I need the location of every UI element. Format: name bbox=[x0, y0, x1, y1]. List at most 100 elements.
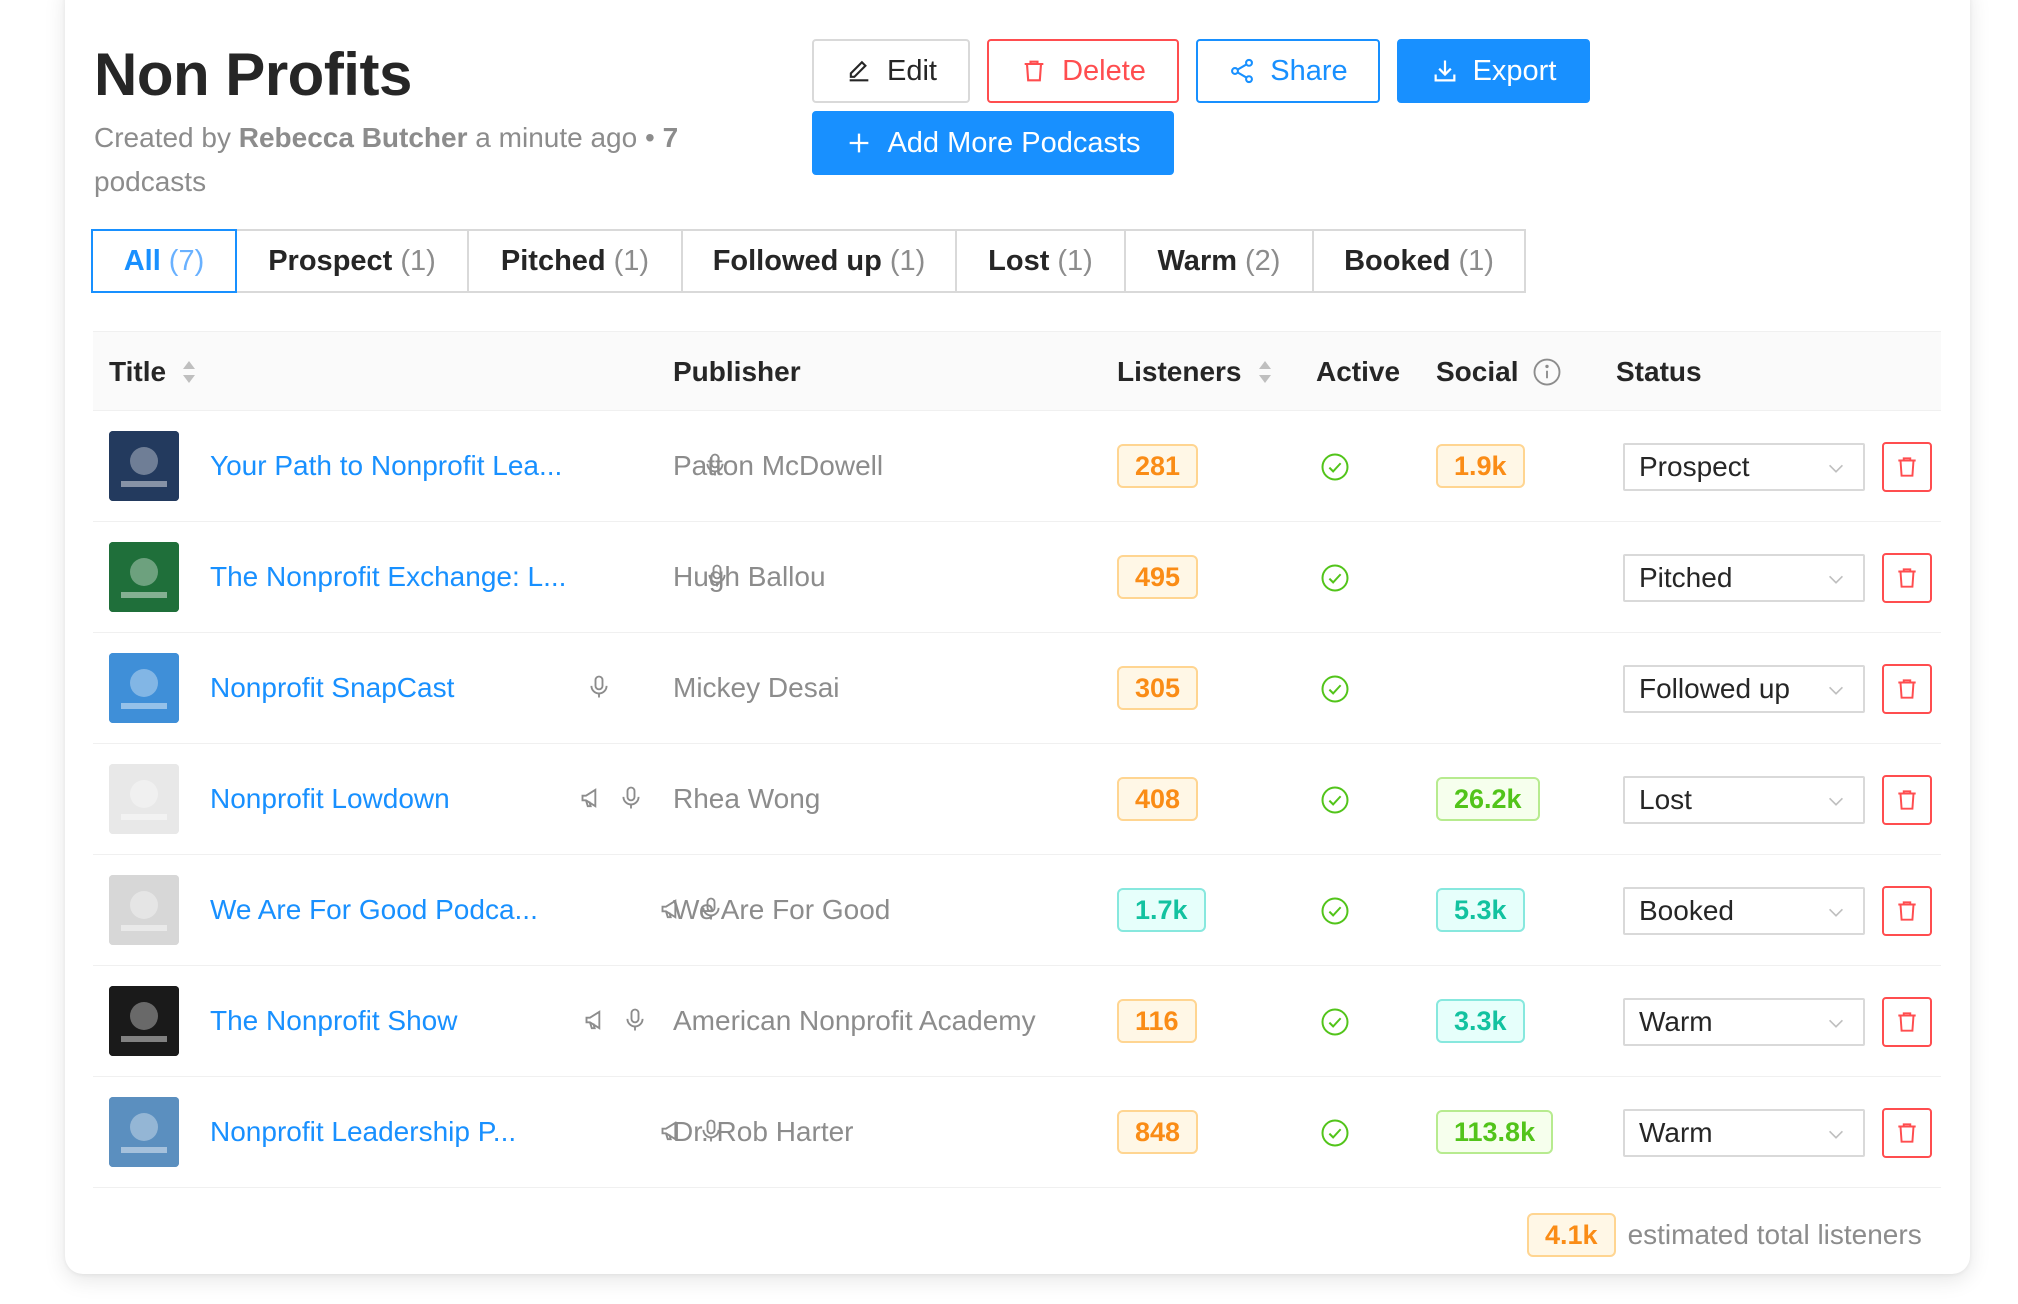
podcast-cover bbox=[109, 764, 179, 834]
column-title[interactable]: Title bbox=[109, 332, 198, 412]
tab-count: (1) bbox=[1057, 244, 1093, 277]
publisher-name: Mickey Desai bbox=[673, 672, 840, 703]
delete-row-button[interactable] bbox=[1882, 553, 1932, 603]
column-title-label: Title bbox=[109, 356, 167, 387]
listeners-badge: 305 bbox=[1117, 666, 1199, 710]
podcast-title-link[interactable]: Nonprofit Lowdown bbox=[210, 744, 450, 854]
status-select[interactable]: Pitched bbox=[1623, 554, 1865, 602]
status-select[interactable]: Followed up bbox=[1623, 665, 1865, 713]
podcast-cover bbox=[109, 875, 179, 945]
delete-row-button[interactable] bbox=[1882, 442, 1932, 492]
list-meta: Created by Rebecca Butcher a minute ago … bbox=[94, 116, 734, 204]
podcast-title-link[interactable]: The Nonprofit Show bbox=[210, 966, 457, 1076]
add-more-podcasts-button[interactable]: Add More Podcasts bbox=[812, 111, 1174, 175]
total-listeners-badge: 4.1k bbox=[1527, 1213, 1616, 1257]
trash-icon bbox=[1898, 1123, 1916, 1143]
delete-row-button[interactable] bbox=[1882, 775, 1932, 825]
total-listeners-label: estimated total listeners bbox=[1627, 1219, 1922, 1250]
edit-button[interactable]: Edit bbox=[812, 39, 970, 103]
delete-row-button[interactable] bbox=[1882, 886, 1932, 936]
chevron-down-icon bbox=[1828, 575, 1844, 584]
podcast-title-link[interactable]: Nonprofit SnapCast bbox=[210, 633, 454, 743]
table-row: We Are For Good Podca... We Are For Good… bbox=[93, 855, 1941, 966]
listeners-badge: 116 bbox=[1117, 999, 1197, 1043]
author-name: Rebecca Butcher bbox=[238, 122, 468, 153]
trash-icon bbox=[1024, 60, 1044, 82]
table-row: Your Path to Nonprofit Lea... Patton McD… bbox=[93, 411, 1941, 522]
table-row: The Nonprofit Show American Nonprofit Ac… bbox=[93, 966, 1941, 1077]
tab-all[interactable]: All (7) bbox=[91, 229, 237, 293]
podcast-title-link[interactable]: We Are For Good Podca... bbox=[210, 855, 538, 965]
podcast-title-link[interactable]: The Nonprofit Exchange: L... bbox=[210, 522, 566, 632]
share-button-label: Share bbox=[1270, 54, 1348, 87]
tab-count: (2) bbox=[1245, 244, 1281, 277]
share-icon bbox=[1231, 58, 1254, 84]
publisher-name: Patton McDowell bbox=[673, 450, 884, 481]
status-select-value: Followed up bbox=[1639, 673, 1790, 704]
publisher-name: Dr. Rob Harter bbox=[673, 1116, 854, 1147]
delete-row-button[interactable] bbox=[1882, 1108, 1932, 1158]
status-select[interactable]: Lost bbox=[1623, 776, 1865, 824]
trash-icon bbox=[1898, 679, 1916, 699]
tab-prospect[interactable]: Prospect (1) bbox=[235, 229, 469, 293]
mic-icon bbox=[585, 673, 613, 706]
trash-icon bbox=[1898, 568, 1916, 588]
tab-followed-up[interactable]: Followed up (1) bbox=[681, 229, 957, 293]
page-title: Non Profits bbox=[94, 41, 412, 108]
status-select-value: Prospect bbox=[1639, 451, 1750, 482]
column-active-label: Active bbox=[1316, 356, 1401, 387]
table-row: Nonprofit Leadership P... Dr. Rob Harter… bbox=[93, 1077, 1941, 1188]
social-badge: 1.9k bbox=[1436, 444, 1525, 488]
social-badge: 5.3k bbox=[1436, 888, 1525, 932]
chevron-down-icon bbox=[1828, 908, 1844, 917]
sort-icon bbox=[1258, 361, 1271, 383]
tab-label: Followed up bbox=[712, 244, 882, 277]
podcast-title-link[interactable]: Nonprofit Leadership P... bbox=[210, 1077, 516, 1187]
info-icon[interactable] bbox=[1532, 357, 1562, 387]
column-status: Status bbox=[1616, 332, 1702, 412]
listeners-badge: 1.7k bbox=[1117, 888, 1206, 932]
delete-list-button[interactable]: Delete bbox=[987, 39, 1179, 103]
tab-count: (7) bbox=[168, 244, 205, 277]
column-publisher-label: Publisher bbox=[673, 356, 801, 387]
status-select[interactable]: Warm bbox=[1623, 1109, 1865, 1157]
column-listeners-label: Listeners bbox=[1117, 356, 1242, 387]
tab-booked[interactable]: Booked (1) bbox=[1312, 229, 1526, 293]
tab-lost[interactable]: Lost (1) bbox=[955, 229, 1126, 293]
delete-row-button[interactable] bbox=[1882, 997, 1932, 1047]
column-listeners[interactable]: Listeners bbox=[1117, 332, 1274, 412]
table-header: Title Publisher Listeners Active Social … bbox=[93, 331, 1941, 411]
tab-warm[interactable]: Warm (2) bbox=[1124, 229, 1314, 293]
column-publisher: Publisher bbox=[673, 332, 801, 412]
status-select[interactable]: Booked bbox=[1623, 887, 1865, 935]
status-select[interactable]: Warm bbox=[1623, 998, 1865, 1046]
podcast-count: 7 bbox=[662, 122, 679, 153]
tab-label: Lost bbox=[988, 244, 1050, 277]
sort-icon bbox=[183, 361, 196, 383]
trash-icon bbox=[1898, 1012, 1916, 1032]
megaphone-icon bbox=[583, 1006, 611, 1039]
tab-pitched[interactable]: Pitched (1) bbox=[467, 229, 683, 293]
listeners-badge: 495 bbox=[1117, 555, 1199, 599]
share-button[interactable]: Share bbox=[1196, 39, 1380, 103]
podcast-count-suffix: podcasts bbox=[94, 166, 207, 197]
check-circle-icon bbox=[1321, 1008, 1349, 1036]
meta-separator: • bbox=[644, 122, 655, 153]
media-icons bbox=[585, 673, 613, 706]
download-icon bbox=[1434, 60, 1456, 82]
listeners-badge: 408 bbox=[1117, 777, 1199, 821]
status-select-value: Lost bbox=[1639, 784, 1692, 815]
export-button[interactable]: Export bbox=[1397, 39, 1590, 103]
check-circle-icon bbox=[1321, 564, 1349, 592]
column-active: Active bbox=[1316, 332, 1400, 412]
table-row: Nonprofit SnapCast Mickey Desai 305 Foll… bbox=[93, 633, 1941, 744]
podcast-title-link[interactable]: Your Path to Nonprofit Lea... bbox=[210, 411, 562, 521]
podcast-cover bbox=[109, 986, 179, 1056]
edit-button-label: Edit bbox=[887, 54, 937, 87]
add-button-label: Add More Podcasts bbox=[887, 126, 1141, 159]
created-prefix: Created by bbox=[94, 122, 231, 153]
status-select[interactable]: Prospect bbox=[1623, 443, 1865, 491]
mic-icon bbox=[621, 1006, 649, 1039]
tab-count: (1) bbox=[400, 244, 436, 277]
delete-row-button[interactable] bbox=[1882, 664, 1932, 714]
